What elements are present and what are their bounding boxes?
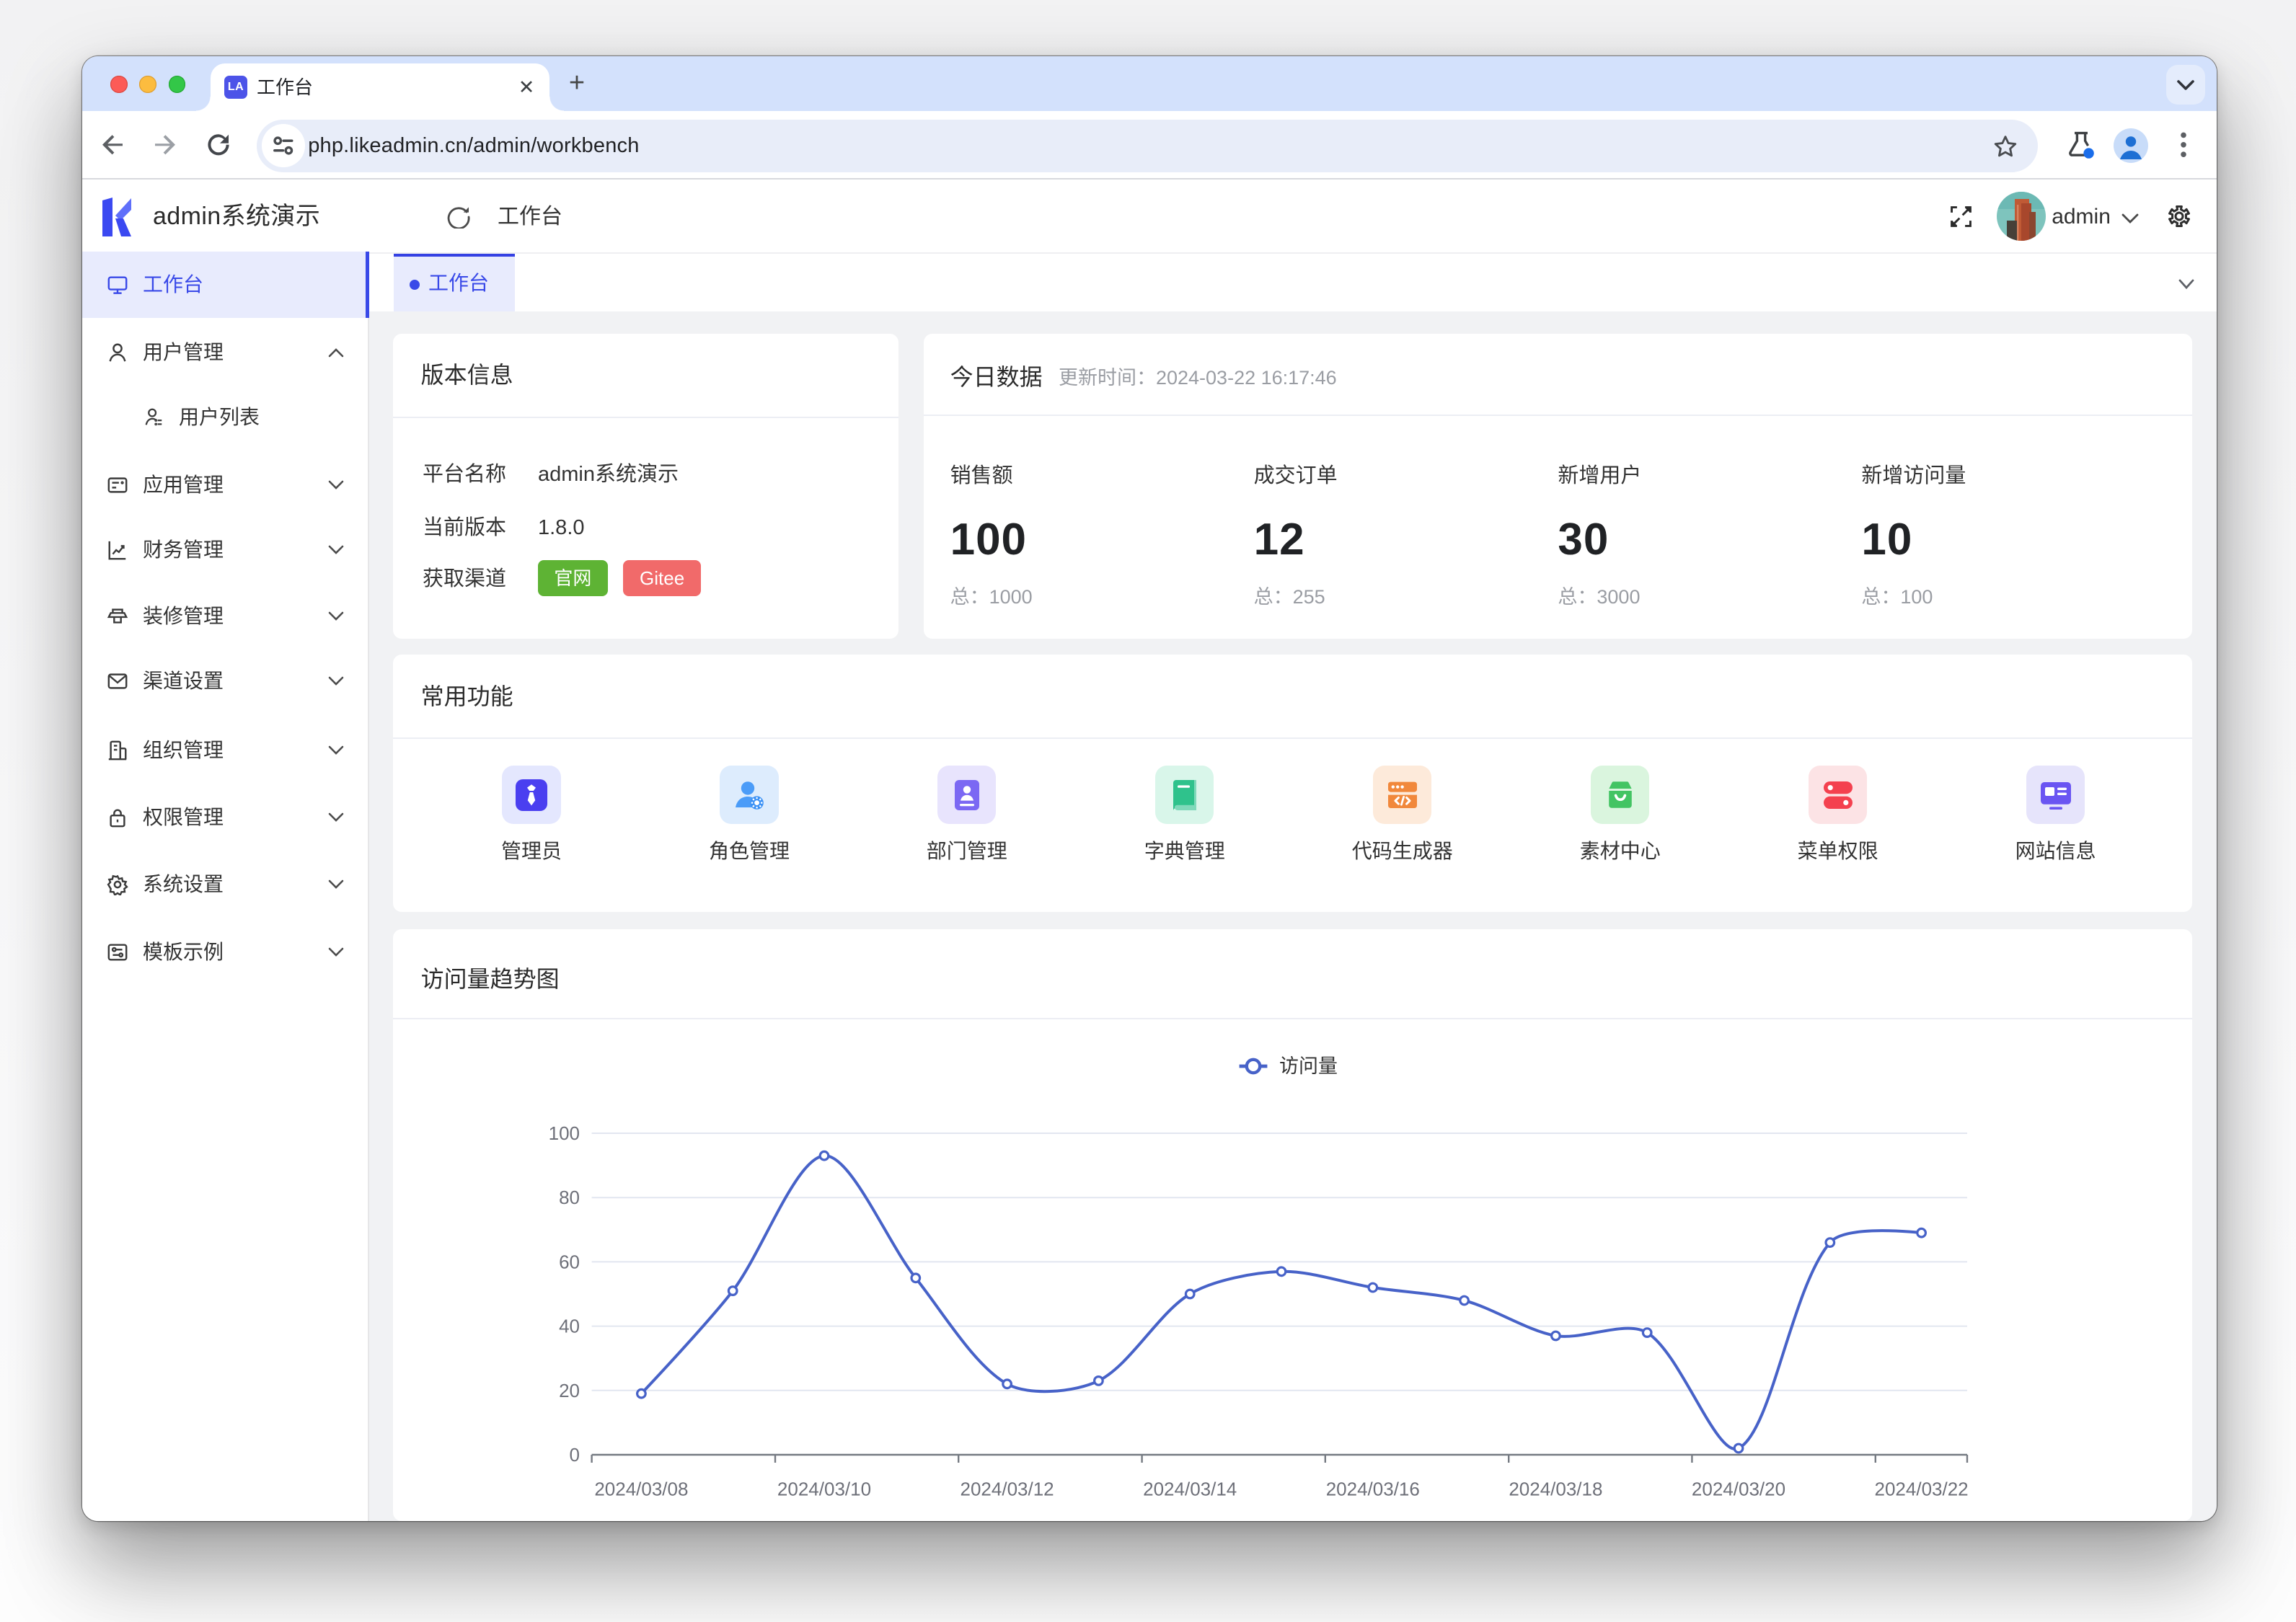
svg-text:2024/03/10: 2024/03/10 — [777, 1478, 871, 1499]
svg-text:0: 0 — [570, 1444, 580, 1466]
svg-text:2024/03/20: 2024/03/20 — [1692, 1478, 1785, 1499]
svg-text:100: 100 — [549, 1122, 580, 1144]
svg-text:2024/03/14: 2024/03/14 — [1143, 1478, 1237, 1499]
svg-text:2024/03/16: 2024/03/16 — [1326, 1478, 1420, 1499]
svg-text:40: 40 — [559, 1316, 580, 1337]
svg-text:访问量: 访问量 — [1279, 1055, 1338, 1077]
svg-text:20: 20 — [559, 1380, 580, 1401]
svg-text:2024/03/12: 2024/03/12 — [961, 1478, 1054, 1499]
svg-text:2024/03/08: 2024/03/08 — [594, 1478, 688, 1499]
svg-text:2024/03/18: 2024/03/18 — [1509, 1478, 1602, 1499]
svg-text:80: 80 — [559, 1187, 580, 1208]
svg-text:60: 60 — [559, 1251, 580, 1272]
svg-text:2024/03/22: 2024/03/22 — [1875, 1478, 1969, 1499]
